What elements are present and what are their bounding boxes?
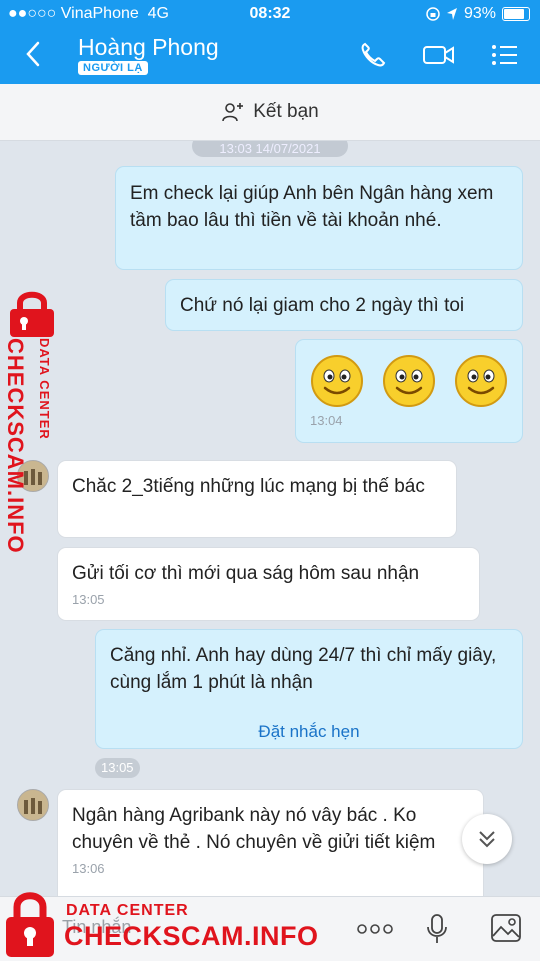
phone-icon[interactable] — [358, 40, 388, 70]
date-separator: 13:03 14/07/2021 — [192, 141, 348, 157]
message-bubble-incoming[interactable]: Gửi tối cơ thì mới qua ság hôm sau nhận … — [57, 547, 480, 621]
lock-rotation-icon — [426, 7, 440, 21]
more-icon[interactable] — [357, 923, 393, 935]
status-bar: ●●○○○ VinaPhone 4G 08:32 93% — [0, 0, 540, 28]
padlock-logo-icon — [6, 892, 54, 957]
smiley-row — [310, 352, 508, 408]
status-right: 93% — [426, 5, 530, 23]
mic-icon[interactable] — [426, 913, 448, 945]
message-time: 13:04 — [310, 413, 343, 428]
watermark-side-line1: DATA CENTER — [37, 338, 52, 440]
watermark-line1: DATA CENTER — [66, 902, 189, 919]
location-icon — [446, 8, 457, 20]
add-friend-icon — [222, 103, 244, 122]
stranger-badge: NGƯỜI LẠ — [78, 61, 148, 75]
message-bubble-outgoing[interactable]: Em check lại giúp Anh bên Ngân hàng xem … — [115, 166, 523, 270]
watermark-line2: CHECKSCAM.INFO — [64, 921, 319, 951]
message-text: Chăc 2_3tiếng những lúc mạng bị thế bác — [72, 476, 425, 497]
battery-icon — [502, 7, 530, 21]
message-text: Ngân hàng Agribank này nó vây bác . Ko c… — [72, 805, 436, 853]
watermark-bottom: DATA CENTER CHECKSCAM.INFO — [0, 885, 330, 960]
padlock-logo-icon — [10, 291, 54, 337]
scroll-down-button[interactable] — [462, 814, 512, 864]
message-bubble-incoming[interactable]: Ngân hàng Agribank này nó vây bác . Ko c… — [57, 789, 484, 896]
message-bubble-outgoing[interactable]: Chứ nó lại giam cho 2 ngày thì toi — [165, 279, 523, 331]
avatar[interactable] — [17, 789, 49, 821]
chat-header: Hoàng Phong NGƯỜI LẠ — [0, 28, 540, 84]
message-time: 13:06 — [72, 861, 105, 876]
chat-area[interactable]: 13:03 14/07/2021 Em check lại giúp Anh b… — [0, 141, 540, 896]
sticker-message[interactable]: 13:04 — [295, 339, 523, 443]
scroll-down-icon — [479, 831, 495, 848]
avatar-image — [18, 790, 48, 820]
back-icon[interactable] — [24, 40, 42, 68]
message-text: Căng nhỉ. Anh hay dùng 24/7 thì chỉ mấy … — [110, 645, 497, 693]
smiley-icon — [383, 355, 435, 407]
battery-percent: 93% — [463, 5, 496, 22]
contact-name[interactable]: Hoàng Phong — [78, 34, 219, 61]
message-text: Chứ nó lại giam cho 2 ngày thì toi — [180, 295, 465, 316]
message-text: Em check lại giúp Anh bên Ngân hàng xem … — [130, 183, 494, 231]
watermark-side-line2: CHECKSCAM.INFO — [3, 338, 28, 554]
smiley-icon — [455, 355, 507, 407]
add-friend-button[interactable]: Kết bạn — [0, 84, 540, 141]
watermark-side: DATA CENTER CHECKSCAM.INFO — [2, 290, 62, 554]
set-reminder-link[interactable]: Đặt nhắc hẹn — [110, 718, 508, 745]
time-separator: 13:05 — [95, 758, 140, 778]
smiley-icon — [311, 355, 363, 407]
message-bubble-incoming[interactable]: Chăc 2_3tiếng những lúc mạng bị thế bác — [57, 460, 457, 538]
message-bubble-outgoing[interactable]: Căng nhỉ. Anh hay dùng 24/7 thì chỉ mấy … — [95, 629, 523, 749]
video-call-icon[interactable] — [422, 40, 456, 70]
image-icon[interactable] — [490, 913, 522, 943]
message-text: Gửi tối cơ thì mới qua ság hôm sau nhận — [72, 563, 420, 584]
menu-icon[interactable] — [490, 40, 520, 70]
add-friend-label: Kết bạn — [253, 101, 319, 122]
message-time: 13:05 — [72, 592, 105, 607]
